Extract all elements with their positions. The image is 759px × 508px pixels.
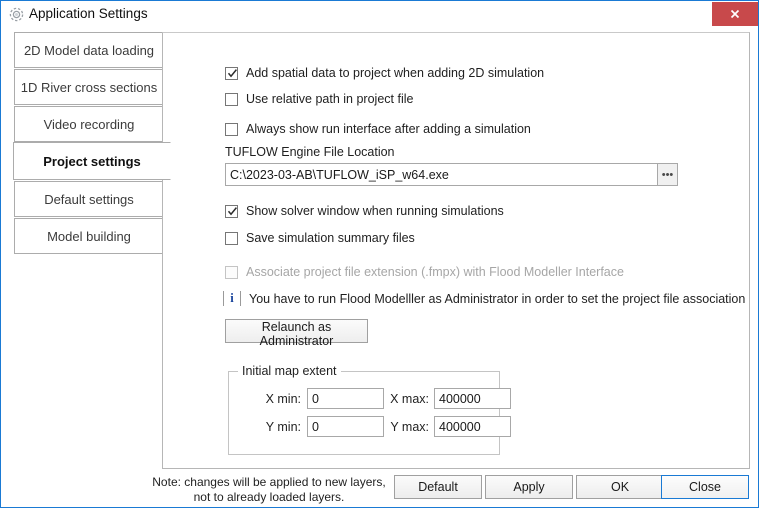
y-max-input[interactable] — [434, 416, 511, 437]
settings-tab-list: 2D Model data loading 1D River cross sec… — [9, 32, 171, 257]
tab-video-recording[interactable]: Video recording — [14, 106, 164, 142]
tab-2d-model-data-loading[interactable]: 2D Model data loading — [14, 32, 164, 68]
footer-note-line1: Note: changes will be applied to new lay… — [152, 475, 386, 489]
x-max-input[interactable] — [434, 388, 511, 409]
browse-engine-file-button[interactable]: ••• — [657, 163, 678, 186]
admin-info-row: i You have to run Flood Modelller as Adm… — [223, 291, 745, 306]
checkbox-label: Associate project file extension (.fmpx)… — [246, 265, 624, 279]
gear-icon — [8, 6, 25, 23]
tab-label: Video recording — [43, 116, 135, 132]
x-max-label: X max: — [390, 392, 429, 406]
x-min-label: X min: — [265, 392, 301, 406]
checkbox-row-associate-file-extension[interactable]: Associate project file extension (.fmpx)… — [225, 265, 624, 279]
checkbox-associate-file-extension[interactable] — [225, 265, 238, 279]
close-button[interactable]: Close — [661, 475, 749, 499]
project-settings-panel: Add spatial data to project when adding … — [162, 32, 750, 469]
checkbox-row-use-relative-path[interactable]: Use relative path in project file — [225, 92, 413, 106]
dialog-body: 2D Model data loading 1D River cross sec… — [2, 29, 757, 507]
checkbox-label: Always show run interface after adding a… — [246, 122, 531, 136]
tab-1d-river-cross-sections[interactable]: 1D River cross sections — [14, 69, 164, 105]
checkbox-row-show-solver-window[interactable]: Show solver window when running simulati… — [225, 204, 504, 218]
tab-label: Default settings — [44, 191, 134, 207]
apply-button[interactable]: Apply — [485, 475, 573, 499]
checkbox-add-spatial-data[interactable] — [225, 66, 238, 80]
admin-info-text: You have to run Flood Modelller as Admin… — [249, 291, 746, 306]
checkbox-show-solver-window[interactable] — [225, 204, 238, 218]
tab-label: 1D River cross sections — [20, 79, 158, 95]
tab-project-settings[interactable]: Project settings — [13, 142, 171, 180]
checkbox-label: Use relative path in project file — [246, 92, 414, 106]
y-max-label: Y max: — [390, 420, 429, 434]
window-title: Application Settings — [29, 6, 148, 21]
title-bar: Application Settings — [1, 1, 758, 29]
info-icon: i — [223, 291, 241, 306]
footer-note-line2: not to already loaded layers. — [193, 490, 345, 504]
checkbox-label: Show solver window when running simulati… — [246, 204, 504, 218]
checkbox-use-relative-path[interactable] — [225, 92, 238, 106]
engine-path-input[interactable] — [225, 163, 658, 186]
checkbox-row-add-spatial-data[interactable]: Add spatial data to project when adding … — [225, 66, 544, 80]
application-settings-dialog: Application Settings 2D Model data loadi… — [0, 0, 759, 508]
checkbox-label: Add spatial data to project when adding … — [246, 66, 545, 80]
tab-model-building[interactable]: Model building — [14, 218, 164, 254]
tab-label: Project settings — [43, 153, 141, 169]
tab-label: Model building — [47, 228, 131, 244]
checkbox-label: Save simulation summary files — [246, 231, 415, 245]
checkbox-always-show-run-interface[interactable] — [225, 122, 238, 136]
footer-note: Note: changes will be applied to new lay… — [149, 475, 389, 505]
y-min-label: Y min: — [265, 420, 301, 434]
checkbox-row-always-show-run-interface[interactable]: Always show run interface after adding a… — [225, 122, 531, 136]
engine-path-group: ••• — [225, 163, 678, 186]
checkbox-save-simulation-summary[interactable] — [225, 231, 238, 245]
relaunch-as-administrator-button[interactable]: Relaunch as Administrator — [225, 319, 368, 348]
default-button[interactable]: Default — [394, 475, 482, 499]
engine-path-label: TUFLOW Engine File Location — [225, 145, 395, 159]
initial-map-extent-title: Initial map extent — [238, 364, 341, 378]
tab-default-settings[interactable]: Default settings — [14, 181, 164, 217]
close-window-button[interactable] — [712, 2, 758, 26]
initial-map-extent-group: Initial map extent X min: X max: Y min: … — [228, 364, 511, 455]
tab-label: 2D Model data loading — [23, 42, 155, 58]
checkbox-row-save-simulation-summary[interactable]: Save simulation summary files — [225, 231, 415, 245]
ok-button[interactable]: OK — [576, 475, 664, 499]
